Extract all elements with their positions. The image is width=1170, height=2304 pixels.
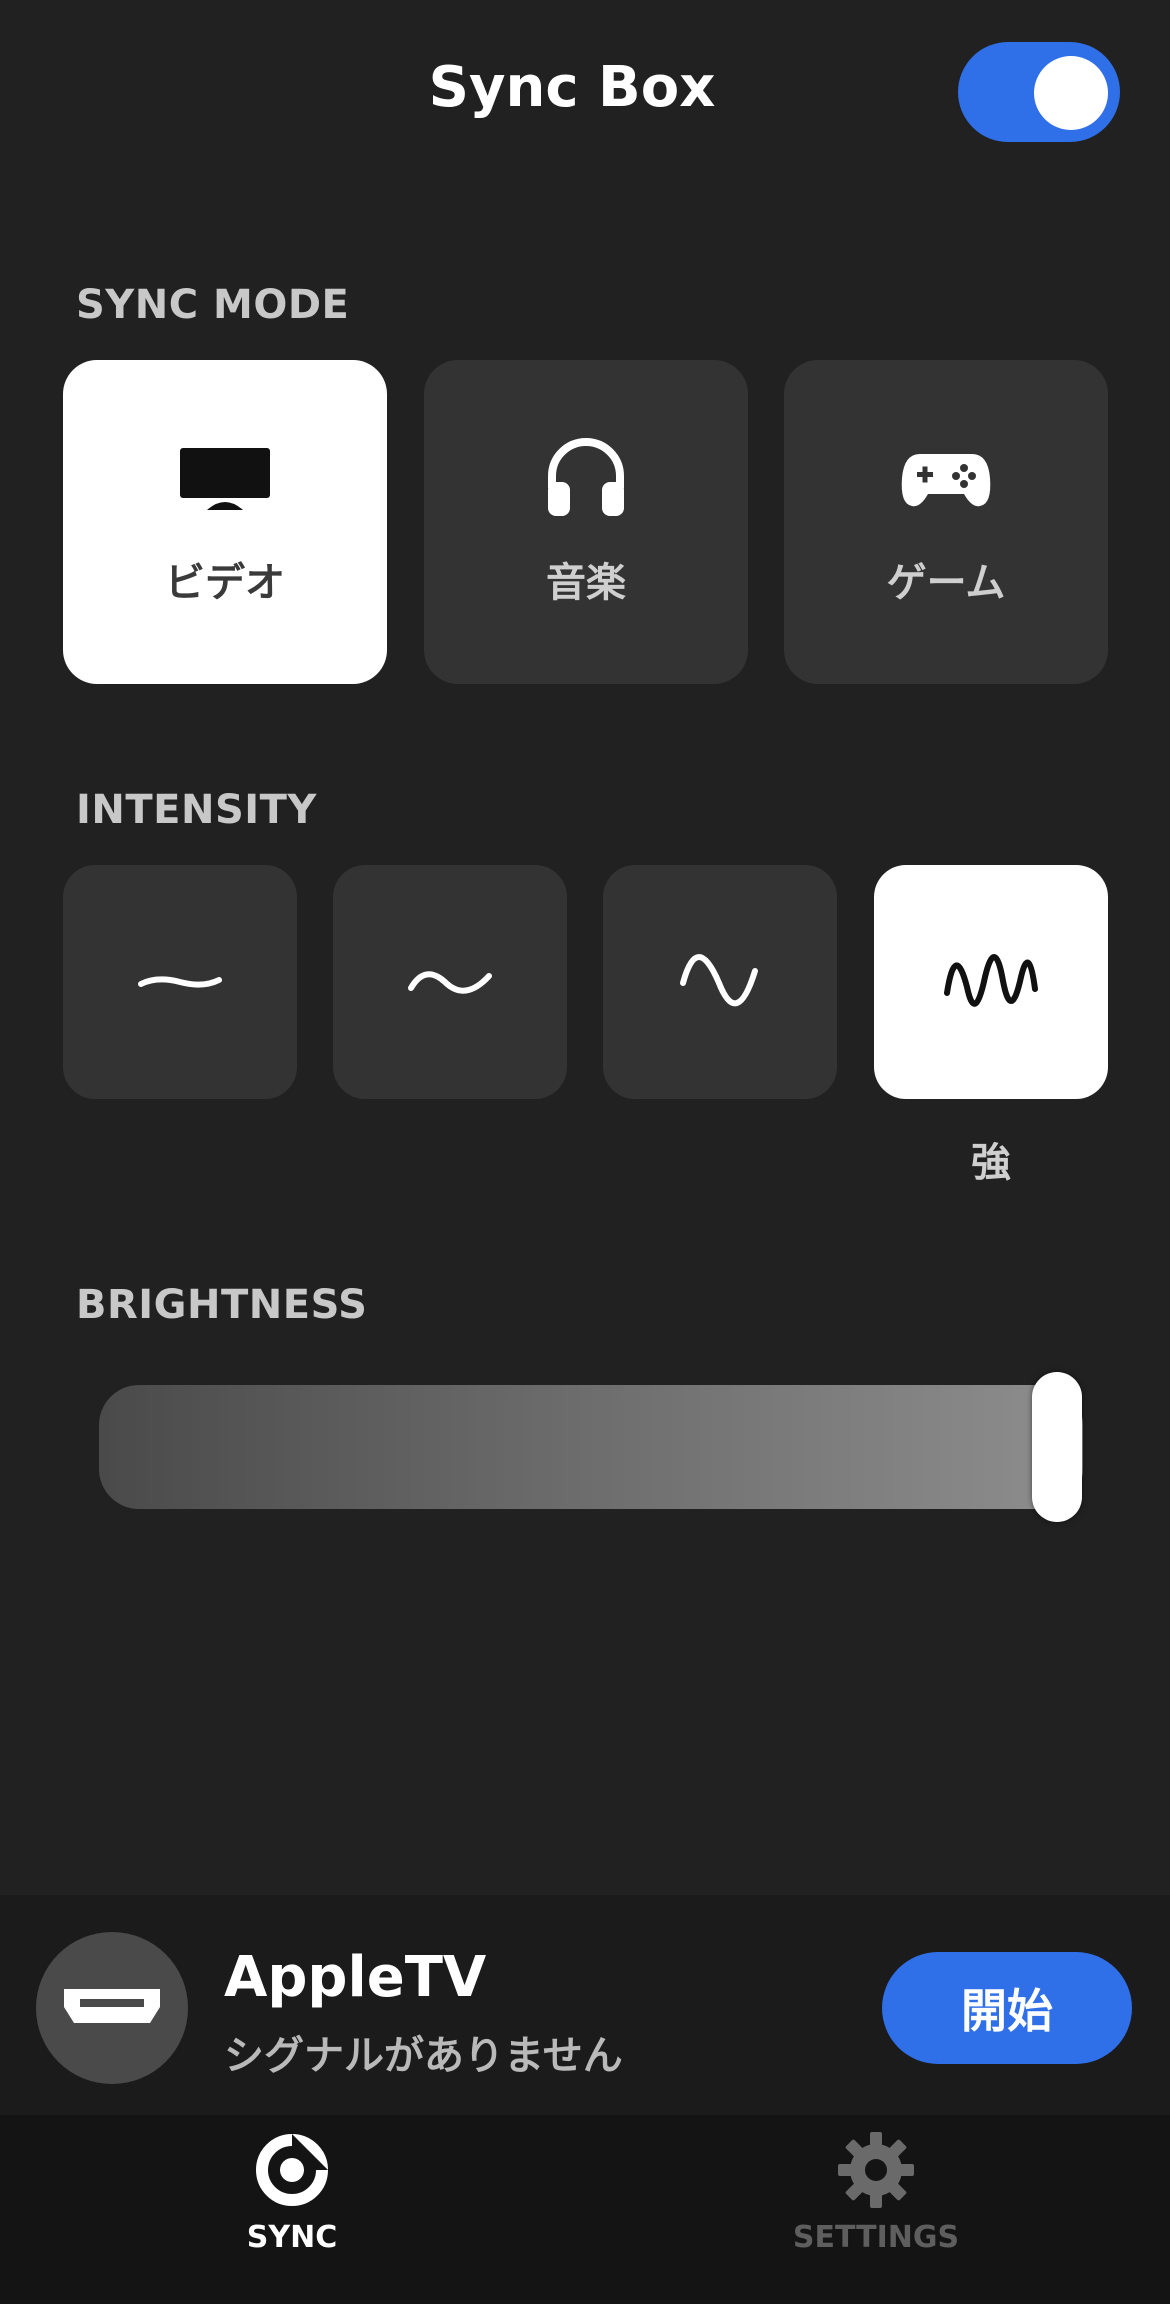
- wave-high-icon: [680, 954, 758, 1007]
- wave-subtle-icon: [138, 976, 222, 988]
- hdmi-icon: [64, 1989, 160, 2023]
- mode-video-button[interactable]: ビデオ: [63, 360, 387, 684]
- device-name: AppleTV: [224, 1945, 487, 2010]
- intensity-high-button[interactable]: [603, 865, 837, 1099]
- intensity-heading: INTENSITY: [76, 787, 317, 833]
- brightness-heading: BRIGHTNESS: [76, 1282, 368, 1328]
- mode-game-button[interactable]: ゲーム: [784, 360, 1108, 684]
- wave-intense-icon: [944, 954, 1038, 1007]
- brightness-slider-thumb[interactable]: [1032, 1372, 1082, 1522]
- tab-sync-label: SYNC: [246, 2220, 338, 2255]
- device-avatar: [36, 1932, 188, 2084]
- intensity-selected-label: 強: [971, 1140, 1011, 1186]
- sync-mode-heading: SYNC MODE: [76, 282, 350, 328]
- tab-settings-label: SETTINGS: [792, 2220, 960, 2255]
- tab-settings[interactable]: SETTINGS: [726, 2130, 1026, 2255]
- gear-icon: [838, 2132, 914, 2208]
- headphones-icon: [548, 438, 624, 516]
- tab-sync[interactable]: SYNC: [142, 2130, 442, 2255]
- mode-music-label: 音楽: [546, 560, 626, 606]
- start-button[interactable]: 開始: [882, 1952, 1132, 2064]
- toggle-knob: [1034, 56, 1108, 130]
- sync-icon: [256, 2134, 328, 2206]
- tv-icon: [180, 448, 270, 510]
- mode-video-label: ビデオ: [165, 560, 285, 606]
- power-toggle[interactable]: [958, 42, 1120, 142]
- intensity-subtle-button[interactable]: [63, 865, 297, 1099]
- device-status: シグナルがありません: [224, 2033, 623, 2079]
- brightness-slider-track[interactable]: [99, 1385, 1083, 1509]
- mode-music-button[interactable]: 音楽: [424, 360, 748, 684]
- wave-moderate-icon: [408, 971, 492, 994]
- gamepad-icon: [901, 454, 991, 507]
- intensity-moderate-button[interactable]: [333, 865, 567, 1099]
- mode-game-label: ゲーム: [886, 560, 1006, 606]
- intensity-intense-button[interactable]: [874, 865, 1108, 1099]
